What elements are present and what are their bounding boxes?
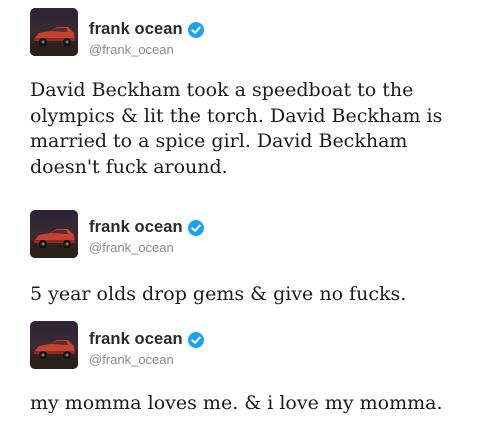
tweet-text: 5 year olds drop gems & give no fucks.: [30, 283, 407, 305]
car-avatar-icon: [30, 8, 78, 56]
avatar[interactable]: [30, 8, 78, 56]
avatar[interactable]: [30, 210, 78, 258]
handle[interactable]: @frank_ocean: [89, 352, 174, 367]
verified-badge-icon: [187, 331, 204, 348]
car-avatar-icon: [30, 321, 78, 369]
avatar[interactable]: [30, 321, 78, 369]
display-name[interactable]: frank ocean: [89, 330, 183, 349]
author-row: frank ocean: [89, 330, 204, 349]
handle[interactable]: @frank_ocean: [89, 42, 174, 57]
display-name[interactable]: frank ocean: [89, 218, 183, 237]
verified-badge-icon: [187, 219, 204, 236]
tweet-text: my momma loves me. & i love my momma.: [30, 392, 443, 414]
display-name[interactable]: frank ocean: [89, 20, 183, 39]
verified-badge-icon: [187, 21, 204, 38]
author-row: frank ocean: [89, 218, 204, 237]
car-avatar-icon: [30, 210, 78, 258]
tweet-text: David Beckham took a speedboat to the ol…: [30, 79, 443, 178]
handle[interactable]: @frank_ocean: [89, 240, 174, 255]
author-row: frank ocean: [89, 20, 204, 39]
